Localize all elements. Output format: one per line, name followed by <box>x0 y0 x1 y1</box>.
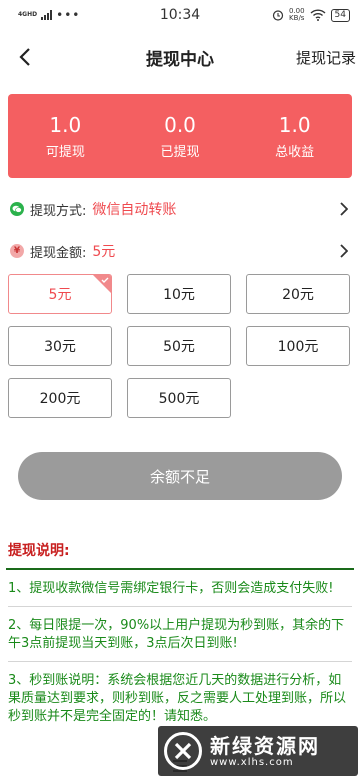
battery-icon: 54 <box>330 8 350 22</box>
stat-available: 1.0 可提现 <box>8 94 123 178</box>
status-bar: 4GHD ••• 10:34 0.00 KB/s 54 <box>0 0 360 30</box>
wifi-icon <box>310 9 326 21</box>
amount-option[interactable]: 50元 <box>127 326 231 366</box>
amount-option-label: 10元 <box>163 287 195 303</box>
withdraw-method-row[interactable]: 提现方式: 微信自动转账 <box>0 190 360 228</box>
signal-icon <box>41 10 53 20</box>
watermark-logo-icon <box>164 732 202 770</box>
amount-option[interactable]: 200元 <box>8 378 112 418</box>
yen-icon: ¥ <box>10 244 24 258</box>
withdraw-submit-button[interactable]: 余额不足 <box>18 452 342 500</box>
amount-option-label: 5元 <box>48 287 72 303</box>
withdraw-explanation: 提现说明: 1、提现收款微信号需绑定银行卡，否则会造成支付失败! 2、每日限提一… <box>0 540 360 734</box>
stat-label: 总收益 <box>275 144 315 160</box>
amount-option[interactable]: 100元 <box>246 326 350 366</box>
amount-option[interactable]: 500元 <box>127 378 231 418</box>
amount-value: 5元 <box>92 244 116 260</box>
amount-option-label: 20元 <box>282 287 314 303</box>
balance-card: 1.0 可提现 0.0 已提现 1.0 总收益 <box>8 94 352 178</box>
stat-value: 0.0 <box>164 112 196 137</box>
stat-withdrawn: 0.0 已提现 <box>123 94 238 178</box>
stat-label: 可提现 <box>45 144 85 160</box>
explanation-title: 提现说明: <box>8 543 70 559</box>
speed-unit: KB/s <box>289 14 305 22</box>
stat-value: 1.0 <box>49 112 82 137</box>
watermark: 新绿资源网 www.xlhs.com <box>158 726 358 776</box>
chevron-right-icon <box>340 202 348 216</box>
explanation-note: 1、提现收款微信号需绑定银行卡，否则会造成支付失败! <box>8 570 352 607</box>
check-icon <box>101 277 109 283</box>
amount-option-label: 500元 <box>158 391 200 407</box>
back-button[interactable] <box>0 30 50 84</box>
withdraw-records-link[interactable]: 提现记录 <box>296 47 356 68</box>
wechat-icon <box>10 202 24 216</box>
alarm-icon <box>272 10 284 21</box>
method-value: 微信自动转账 <box>92 202 177 218</box>
network-type: 4GHD <box>18 11 38 18</box>
watermark-text: 新绿资源网 www.xlhs.com <box>210 735 320 768</box>
chevron-right-icon <box>340 244 348 258</box>
amount-option-selected[interactable]: 5元 <box>8 274 112 314</box>
amount-option-label: 30元 <box>44 339 76 355</box>
stat-label: 已提现 <box>160 144 200 160</box>
explanation-note: 2、每日限提一次，90%以上用户提现为秒到账，其余的下午3点前提现当天到账，3点… <box>8 607 352 662</box>
chevron-left-icon <box>19 48 30 66</box>
amount-label: 提现金额: <box>30 245 87 261</box>
amount-option-label: 200元 <box>39 391 81 407</box>
amount-option[interactable]: 10元 <box>127 274 231 314</box>
amount-option[interactable]: 20元 <box>246 274 350 314</box>
nav-bar: 提现中心 提现记录 <box>0 30 360 84</box>
withdraw-amount-row[interactable]: ¥ 提现金额: 5元 <box>0 232 360 270</box>
status-right: 0.00 KB/s 54 <box>272 8 350 22</box>
amount-option[interactable]: 30元 <box>8 326 112 366</box>
method-label: 提现方式: <box>30 203 87 219</box>
watermark-name: 新绿资源网 <box>210 733 320 758</box>
network-speed: 0.00 KB/s <box>289 8 305 22</box>
explanation-note: 3、秒到账说明：系统会根据您近几天的数据进行分析，如果质量达到要求，则秒到账，反… <box>8 673 347 724</box>
watermark-url: www.xlhs.com <box>210 756 294 768</box>
stat-value: 1.0 <box>278 112 311 137</box>
status-left: 4GHD ••• <box>18 8 80 22</box>
amount-option-label: 100元 <box>277 339 319 355</box>
stat-total-income: 1.0 总收益 <box>237 94 352 178</box>
amount-option-label: 50元 <box>163 339 195 355</box>
amount-options: 5元 10元 20元 30元 50元 100元 200元 500元 <box>8 274 360 418</box>
notification-dots: ••• <box>56 8 81 22</box>
